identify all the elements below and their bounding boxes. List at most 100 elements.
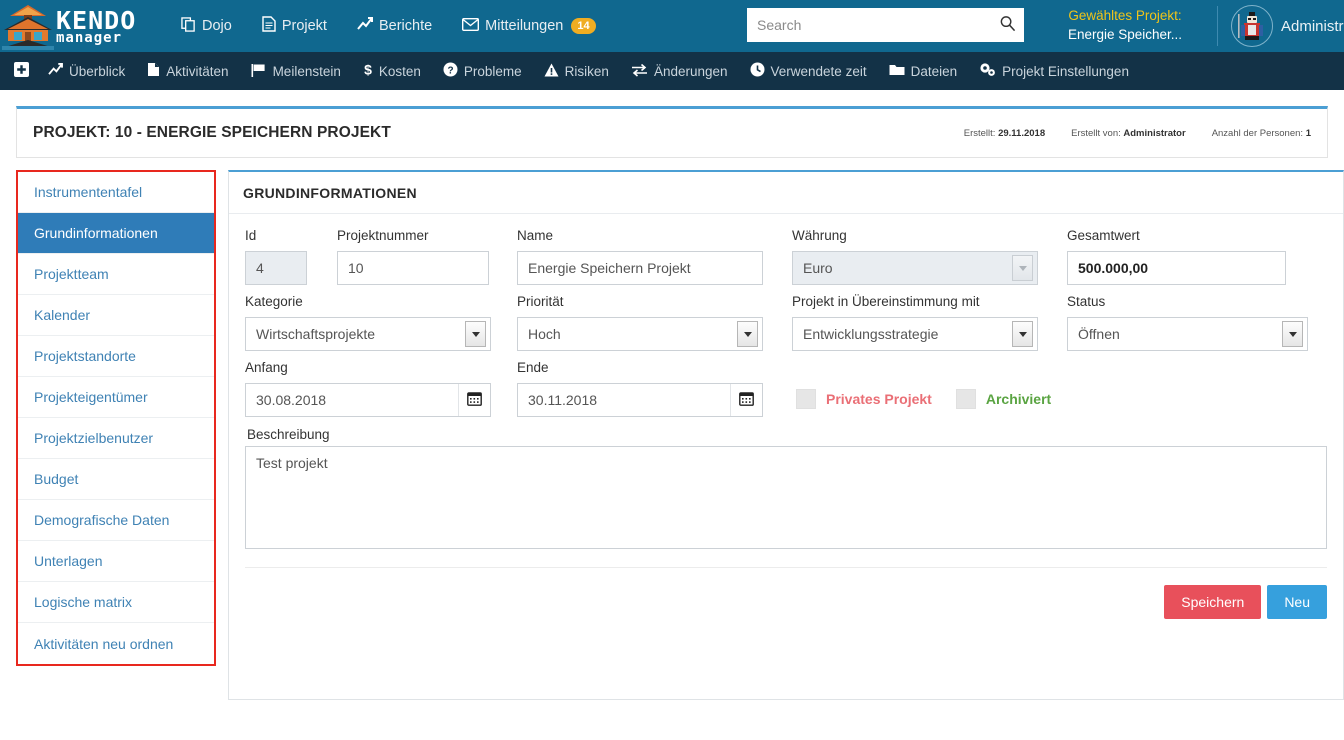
subnav-label-verwendete-zeit: Verwendete zeit <box>770 63 867 79</box>
brand-logo[interactable]: KENDO manager <box>0 0 166 52</box>
archiviert-label: Archiviert <box>985 391 1052 407</box>
sidebar-item-aktivitaeten-neu-ordnen[interactable]: Aktivitäten neu ordnen <box>18 623 214 664</box>
privates-projekt-checkbox[interactable] <box>796 389 816 409</box>
status-select[interactable]: Öffnen <box>1067 317 1308 351</box>
subnav-item-verwendete-zeit[interactable]: Verwendete zeit <box>739 52 878 90</box>
field-name: Name <box>517 228 792 285</box>
field-id: Id <box>245 228 309 285</box>
subnav-add-button[interactable] <box>6 52 37 90</box>
search-button[interactable] <box>990 8 1024 42</box>
panel-heading: GRUNDINFORMATIONEN <box>229 172 1343 214</box>
subnav-label-dateien: Dateien <box>910 63 958 79</box>
new-button[interactable]: Neu <box>1267 584 1327 619</box>
waehrung-select[interactable]: Euro <box>792 251 1038 285</box>
uebereinstimmung-select[interactable]: Entwicklungsstrategie <box>792 317 1038 351</box>
user-menu[interactable]: Administrat <box>1231 5 1344 47</box>
save-button[interactable]: Speichern <box>1164 584 1262 619</box>
sidebar-item-logische-matrix[interactable]: Logische matrix <box>18 582 214 623</box>
svg-text:?: ? <box>447 66 453 77</box>
dollar-icon: $ <box>363 62 373 80</box>
label-ende: Ende <box>517 360 549 375</box>
label-status: Status <box>1067 294 1106 309</box>
archiviert-checkbox[interactable] <box>955 389 976 409</box>
kategorie-select[interactable]: Wirtschaftsprojekte <box>245 317 491 351</box>
subnav-label-kosten: Kosten <box>378 63 421 79</box>
project-title-panel: PROJEKT: 10 - ENERGIE SPEICHERN PROJEKT … <box>16 106 1328 158</box>
sidebar-item-projektzielbenutzer[interactable]: Projektzielbenutzer <box>18 418 214 459</box>
nav-item-berichte[interactable]: Berichte <box>342 0 447 52</box>
anfang-input[interactable] <box>246 384 458 416</box>
project-sidebar: Instrumententafel Grundinformationen Pro… <box>16 170 216 666</box>
copy-icon <box>181 16 196 36</box>
ende-date-field[interactable] <box>517 383 763 417</box>
subnav-item-aktivitaten[interactable]: Aktivitäten <box>136 52 239 90</box>
header-divider <box>1217 6 1218 46</box>
label-anfang: Anfang <box>245 360 288 375</box>
form-row-1: Id Projektnummer Name Währung Eu <box>245 228 1327 285</box>
subnav-item-probleme[interactable]: ? Probleme <box>432 52 533 90</box>
sidebar-item-budget[interactable]: Budget <box>18 459 214 500</box>
checkbox-group: Privates Projekt Archiviert <box>796 382 1051 416</box>
nav-item-projekt[interactable]: Projekt <box>247 0 342 52</box>
sidebar-label: Projektzielbenutzer <box>34 430 154 446</box>
subnav-label-aktivitaten: Aktivitäten <box>166 63 229 79</box>
sidebar-item-grundinformationen[interactable]: Grundinformationen <box>18 213 214 254</box>
subnav-item-projekt-einstellungen[interactable]: Projekt Einstellungen <box>968 52 1140 90</box>
search-box[interactable] <box>747 8 1024 42</box>
sidebar-label: Demografische Daten <box>34 512 170 528</box>
nav-label-berichte: Berichte <box>378 18 433 34</box>
selected-project-label: Gewähltes Projekt: <box>1068 8 1182 23</box>
subnav-item-kosten[interactable]: $ Kosten <box>352 52 432 90</box>
chevron-down-icon <box>737 321 758 347</box>
sidebar-label: Kalender <box>34 307 91 323</box>
subnav-item-risiken[interactable]: Risiken <box>533 52 620 90</box>
subnav-item-uberblick[interactable]: Überblick <box>37 52 136 90</box>
sidebar-label: Projektstandorte <box>34 348 136 364</box>
file-text-icon <box>262 16 276 36</box>
ende-calendar-button[interactable] <box>730 384 762 416</box>
anfang-date-field[interactable] <box>245 383 491 417</box>
sidebar-item-demografische-daten[interactable]: Demografische Daten <box>18 500 214 541</box>
file-add-icon <box>147 62 160 80</box>
prioritaet-select[interactable]: Hoch <box>517 317 763 351</box>
projektnummer-input[interactable] <box>337 251 489 285</box>
sidebar-label: Budget <box>34 471 79 487</box>
sidebar-item-projektstandorte[interactable]: Projektstandorte <box>18 336 214 377</box>
sidebar-item-kalender[interactable]: Kalender <box>18 295 214 336</box>
gesamtwert-input[interactable] <box>1067 251 1286 285</box>
nav-item-dojo[interactable]: Dojo <box>166 0 247 52</box>
field-kategorie: Kategorie Wirtschaftsprojekte <box>245 294 517 351</box>
chevron-down-icon <box>1282 321 1303 347</box>
anfang-calendar-button[interactable] <box>458 384 490 416</box>
subnav-item-meilenstein[interactable]: Meilenstein <box>240 52 352 90</box>
sidebar-item-projektteam[interactable]: Projektteam <box>18 254 214 295</box>
top-header: KENDO manager Dojo Projekt Berichte Mitt… <box>0 0 1344 52</box>
chevron-down-icon <box>465 321 486 347</box>
subnav-item-anderungen[interactable]: Änderungen <box>620 52 739 90</box>
chart-line-icon <box>357 17 373 35</box>
meta-created-by: Erstellt von: Administrator <box>1071 128 1186 139</box>
nav-item-mitteilungen[interactable]: Mitteilungen 14 <box>447 0 610 52</box>
form-actions: Speichern Neu <box>245 567 1327 635</box>
prioritaet-value: Hoch <box>528 326 561 342</box>
subnav-label-anderungen: Änderungen <box>653 63 728 79</box>
name-input[interactable] <box>517 251 763 285</box>
field-uebereinstimmung: Projekt in Übereinstimmung mit Entwicklu… <box>792 294 1067 351</box>
ende-input[interactable] <box>518 384 730 416</box>
subnav-item-dateien[interactable]: Dateien <box>878 52 969 90</box>
project-subnav: Überblick Aktivitäten Meilenstein $ Kost… <box>0 52 1344 90</box>
clock-icon <box>750 62 765 80</box>
folder-icon <box>889 63 905 79</box>
sidebar-item-unterlagen[interactable]: Unterlagen <box>18 541 214 582</box>
sidebar-item-projekteigentuemer[interactable]: Projekteigentümer <box>18 377 214 418</box>
waehrung-value: Euro <box>803 260 833 276</box>
search-input[interactable] <box>747 8 990 42</box>
selected-project-indicator[interactable]: Gewähltes Projekt: Energie Speicher... <box>1040 6 1210 44</box>
uebereinstimmung-value: Entwicklungsstrategie <box>803 326 939 342</box>
status-value: Öffnen <box>1078 326 1120 342</box>
sidebar-item-instrumententafel[interactable]: Instrumententafel <box>18 172 214 213</box>
flag-icon <box>251 63 267 80</box>
beschreibung-textarea[interactable] <box>245 446 1327 549</box>
meta-created: Erstellt: 29.11.2018 <box>964 128 1045 139</box>
envelope-icon <box>462 17 480 35</box>
